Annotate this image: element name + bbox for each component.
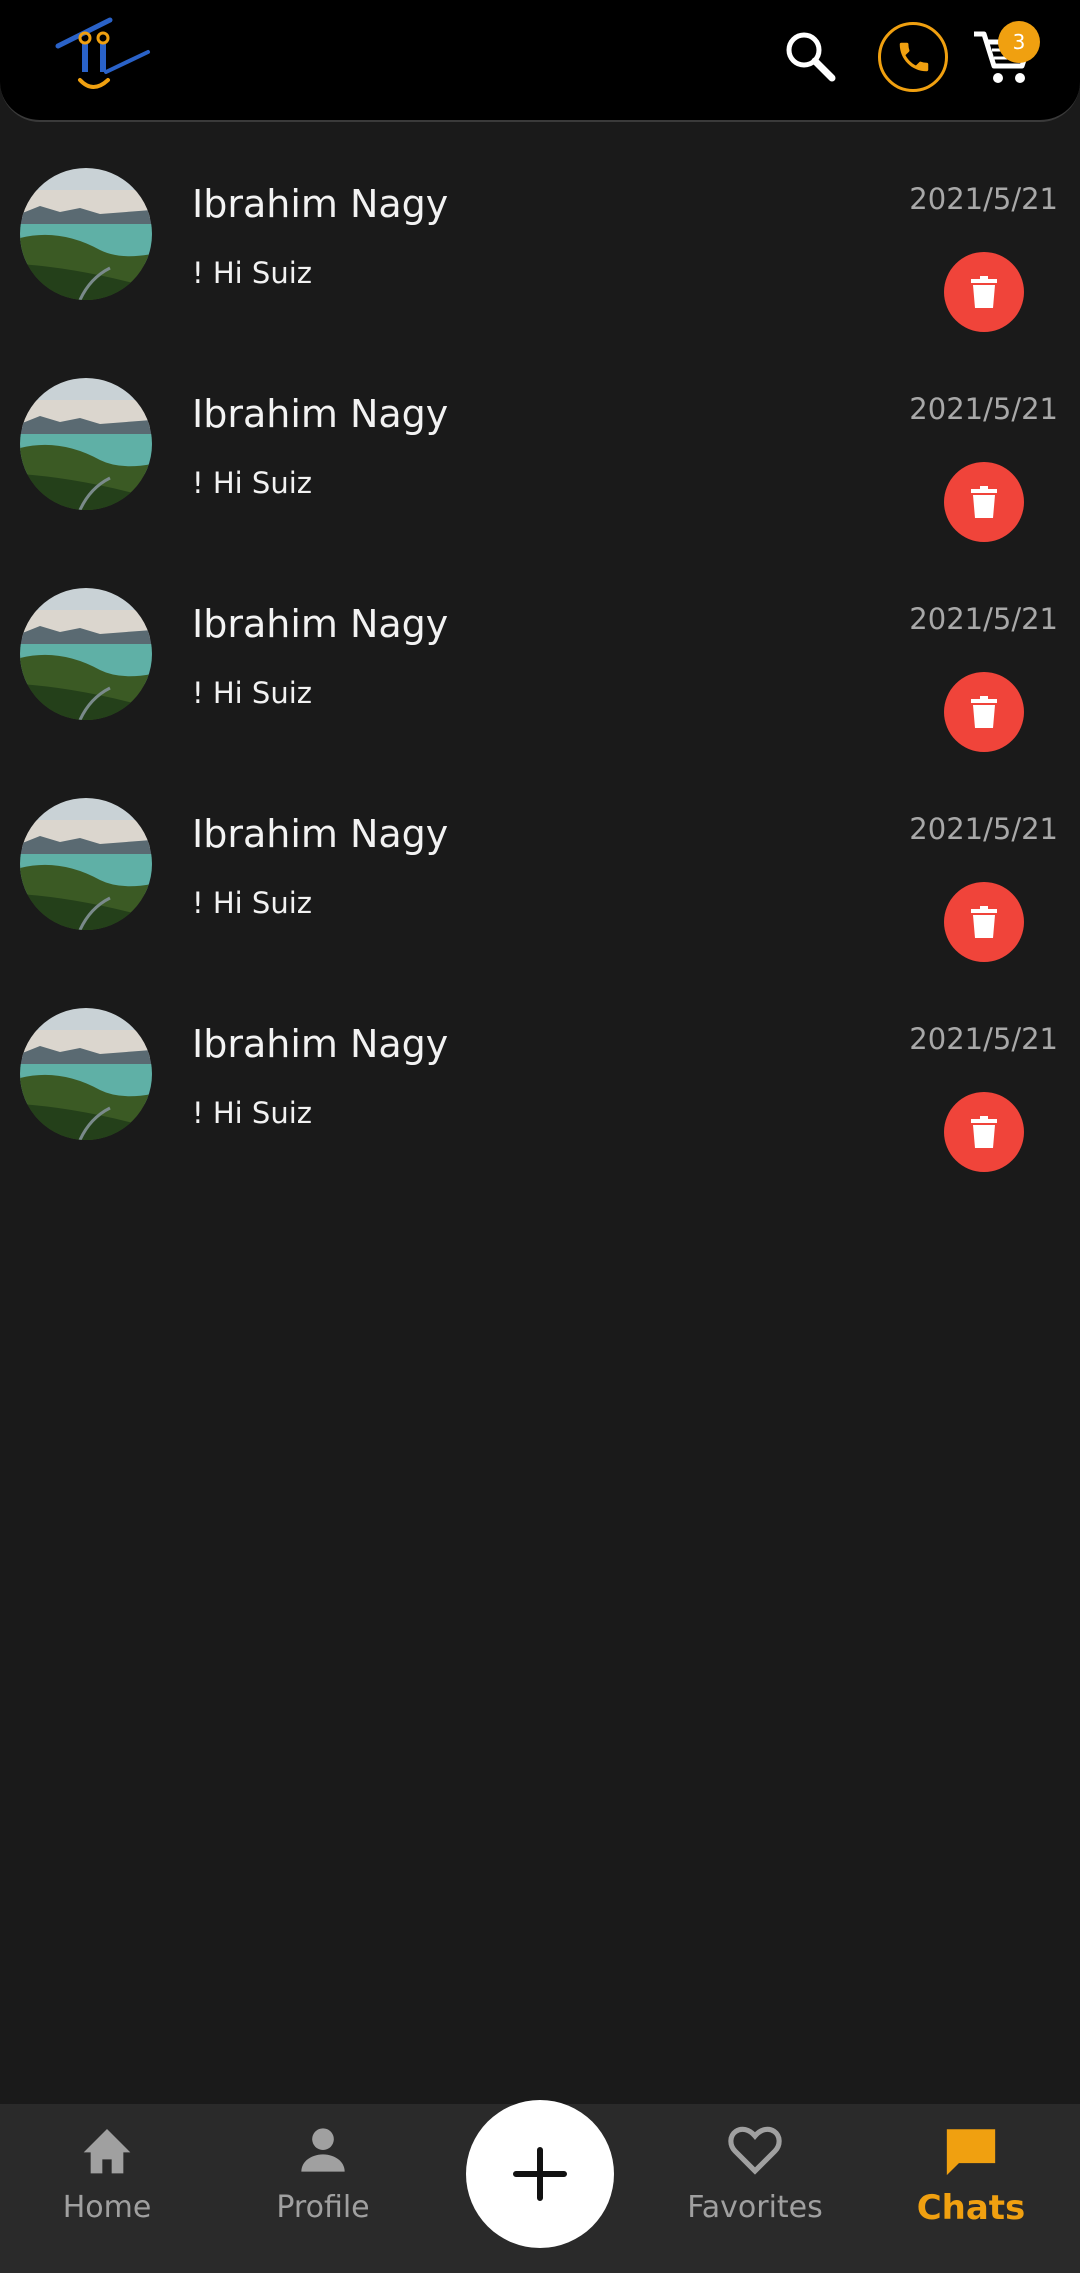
trash-icon bbox=[971, 276, 997, 308]
nav-home-label: Home bbox=[62, 2190, 152, 2225]
trash-icon bbox=[971, 906, 997, 938]
call-button[interactable] bbox=[878, 22, 948, 92]
chat-list: Ibrahim Nagy ! Hi Suiz 2021/5/21 Ibrahim… bbox=[0, 122, 1080, 1172]
chat-list-item[interactable]: Ibrahim Nagy ! Hi Suiz 2021/5/21 bbox=[0, 752, 1080, 962]
avatar[interactable] bbox=[20, 798, 152, 930]
delete-chat-button[interactable] bbox=[944, 882, 1024, 962]
chat-last-message: ! Hi Suiz bbox=[192, 1096, 312, 1130]
chat-date: 2021/5/21 bbox=[909, 602, 1058, 636]
chat-contact-name: Ibrahim Nagy bbox=[192, 182, 449, 226]
heart-icon bbox=[728, 2126, 782, 2175]
avatar[interactable] bbox=[20, 588, 152, 720]
chat-list-item[interactable]: Ibrahim Nagy ! Hi Suiz 2021/5/21 bbox=[0, 542, 1080, 752]
chat-contact-name: Ibrahim Nagy bbox=[192, 812, 449, 856]
chat-contact-name: Ibrahim Nagy bbox=[192, 1022, 449, 1066]
chat-date: 2021/5/21 bbox=[909, 392, 1058, 426]
app-logo[interactable] bbox=[52, 16, 162, 102]
trash-icon bbox=[971, 486, 997, 518]
chat-bubble-icon bbox=[946, 2129, 996, 2176]
nav-chats-label: Chats bbox=[916, 2188, 1026, 2228]
nav-favorites-label: Favorites bbox=[687, 2190, 823, 2225]
trash-icon bbox=[971, 696, 997, 728]
avatar[interactable] bbox=[20, 378, 152, 510]
chat-list-item[interactable]: Ibrahim Nagy ! Hi Suiz 2021/5/21 bbox=[0, 332, 1080, 542]
chat-last-message: ! Hi Suiz bbox=[192, 256, 312, 290]
chat-date: 2021/5/21 bbox=[909, 182, 1058, 216]
delete-chat-button[interactable] bbox=[944, 252, 1024, 332]
avatar[interactable] bbox=[20, 168, 152, 300]
chat-last-message: ! Hi Suiz bbox=[192, 886, 312, 920]
chat-contact-name: Ibrahim Nagy bbox=[192, 392, 449, 436]
nav-profile-label: Profile bbox=[276, 2190, 370, 2225]
nav-favorites[interactable]: Favorites bbox=[675, 2124, 835, 2225]
cart-count-badge: 3 bbox=[998, 21, 1040, 63]
delete-chat-button[interactable] bbox=[944, 1092, 1024, 1172]
chat-list-item[interactable]: Ibrahim Nagy ! Hi Suiz 2021/5/21 bbox=[0, 962, 1080, 1172]
chat-date: 2021/5/21 bbox=[909, 812, 1058, 846]
chat-contact-name: Ibrahim Nagy bbox=[192, 602, 449, 646]
search-icon[interactable] bbox=[780, 26, 840, 86]
plus-icon bbox=[513, 2147, 567, 2201]
phone-icon bbox=[899, 42, 929, 72]
chat-list-item[interactable]: Ibrahim Nagy ! Hi Suiz 2021/5/21 bbox=[0, 122, 1080, 332]
avatar[interactable] bbox=[20, 1008, 152, 1140]
nav-chats[interactable]: Chats bbox=[891, 2124, 1051, 2228]
nav-profile[interactable]: Profile bbox=[243, 2124, 403, 2225]
nav-home[interactable]: Home bbox=[27, 2124, 187, 2225]
add-button[interactable] bbox=[466, 2100, 614, 2248]
person-icon bbox=[301, 2128, 345, 2172]
chat-last-message: ! Hi Suiz bbox=[192, 676, 312, 710]
home-icon bbox=[83, 2129, 131, 2174]
top-app-bar: 3 bbox=[0, 0, 1080, 122]
delete-chat-button[interactable] bbox=[944, 462, 1024, 542]
delete-chat-button[interactable] bbox=[944, 672, 1024, 752]
chat-date: 2021/5/21 bbox=[909, 1022, 1058, 1056]
trash-icon bbox=[971, 1116, 997, 1148]
chat-last-message: ! Hi Suiz bbox=[192, 466, 312, 500]
